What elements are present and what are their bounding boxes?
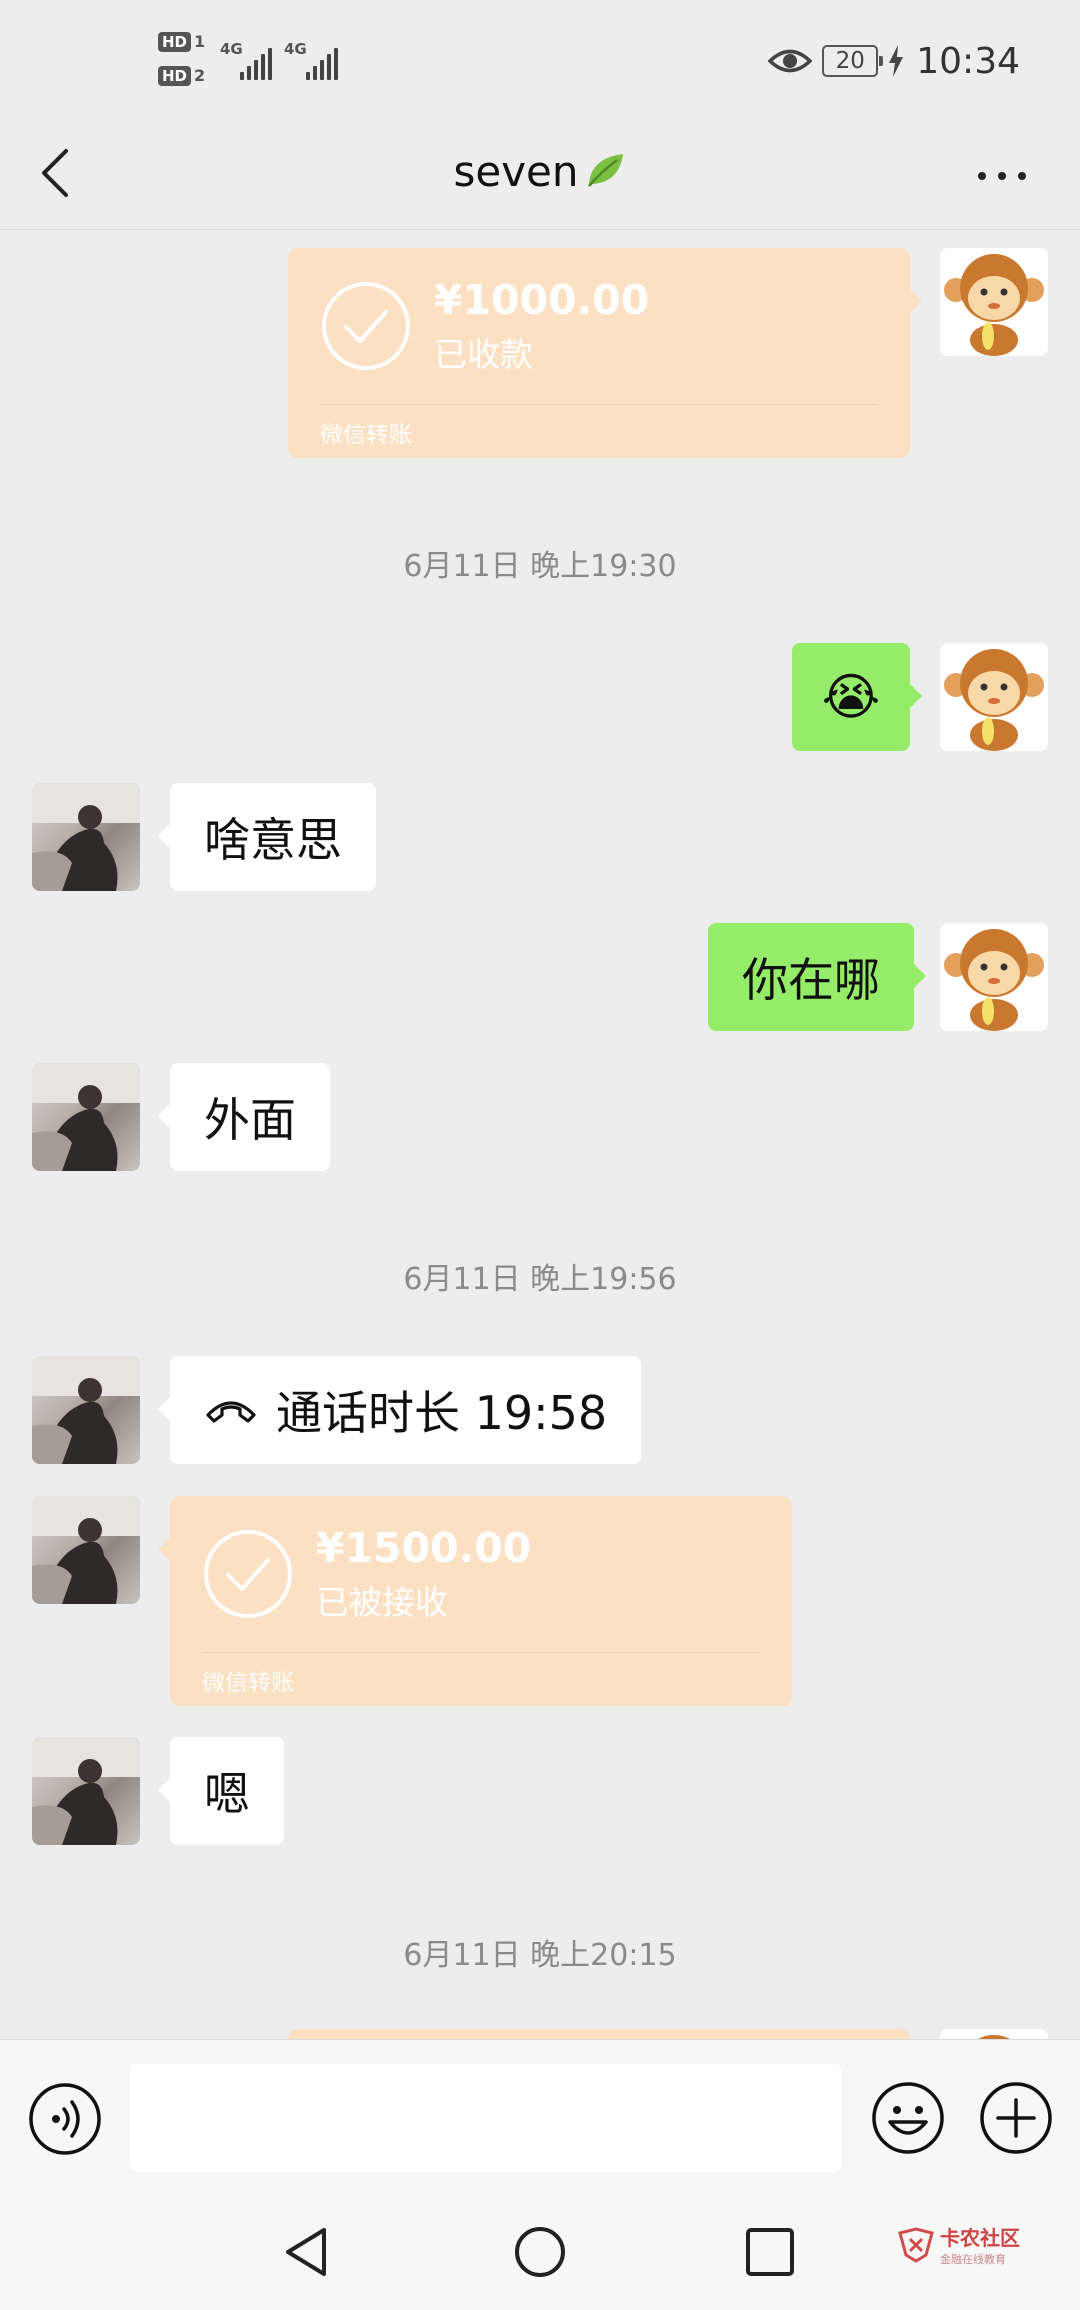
input-bar — [0, 2039, 1080, 2194]
contact-name: seven — [453, 147, 579, 196]
message-bubble-received[interactable]: 啥意思 — [158, 783, 376, 891]
transfer-label: 微信转账 — [320, 422, 412, 448]
contact-photo — [32, 1356, 140, 1464]
status-right: 20 10:34 — [768, 38, 1020, 84]
monkey-avatar-icon — [944, 649, 1044, 751]
transfer-amount: ¥1500.00 — [316, 1524, 532, 1572]
avatar-self[interactable] — [940, 643, 1048, 751]
emoji-icon[interactable] — [870, 2080, 946, 2156]
watermark-logo-icon — [898, 2226, 934, 2263]
signal-icon — [240, 48, 272, 80]
transfer-label: 微信转账 — [202, 1670, 294, 1696]
contact-photo — [32, 783, 140, 891]
transfer-card-sent[interactable]: ¥1000.00 已收款 微信转账 — [288, 248, 922, 458]
nav-back-icon[interactable] — [280, 2224, 336, 2280]
monkey-avatar-icon — [944, 254, 1044, 356]
hd2-sim-number: 2 — [194, 66, 206, 85]
avatar-self[interactable] — [940, 923, 1048, 1031]
avatar-contact[interactable] — [32, 783, 140, 891]
message-input[interactable] — [130, 2064, 842, 2172]
transfer-card-sent[interactable] — [288, 2029, 910, 2039]
battery-icon: 20 — [822, 45, 884, 77]
timestamp: 6月11日 晚上19:30 — [403, 549, 677, 584]
more-dots-icon[interactable] — [972, 161, 1032, 191]
plus-icon[interactable] — [978, 2080, 1054, 2156]
battery-level: 20 — [835, 48, 865, 74]
hd1-sim-number: 1 — [194, 32, 206, 51]
charging-bolt-icon — [889, 45, 904, 77]
phone-icon — [206, 1401, 256, 1423]
nav-home-icon[interactable] — [512, 2224, 568, 2280]
voice-icon[interactable] — [28, 2082, 102, 2156]
transfer-amount: ¥1000.00 — [434, 276, 650, 324]
timestamp: 6月11日 晚上20:15 — [403, 1938, 677, 1973]
nav-recents-icon[interactable] — [742, 2224, 798, 2280]
transfer-card-received[interactable]: ¥1500.00 已被接收 微信转账 — [158, 1496, 792, 1706]
message-bubble-received[interactable]: 外面 — [158, 1063, 330, 1171]
eye-icon — [768, 49, 813, 73]
hd2-badge: HD — [158, 66, 192, 86]
check-circle-icon — [322, 282, 410, 370]
monkey-avatar-icon — [944, 929, 1044, 1031]
message-bubble-sent[interactable]: 😭 — [792, 643, 922, 751]
avatar-self[interactable] — [940, 248, 1048, 356]
chat-header: seven — [0, 125, 1080, 230]
monkey-avatar-icon — [978, 2035, 1010, 2039]
transfer-divider — [320, 404, 878, 405]
check-circle-icon — [204, 1530, 292, 1618]
avatar-contact[interactable] — [32, 1496, 140, 1604]
avatar-contact[interactable] — [32, 1063, 140, 1171]
transfer-status: 已收款 — [434, 335, 533, 374]
call-duration: 通话时长 19:58 — [276, 1386, 608, 1440]
network-type-2: 4G — [284, 40, 307, 58]
message-bubble-sent[interactable]: 你在哪 — [708, 923, 926, 1031]
status-bar: HD 1 HD 2 4G 4G 20 10:34 — [0, 0, 1080, 125]
leaf-icon — [587, 154, 623, 187]
system-nav-bar: 卡农社区 金融在线教育 — [0, 2194, 1080, 2310]
call-record-bubble[interactable]: 通话时长 19:58 — [157, 1356, 642, 1464]
contact-photo — [32, 1063, 140, 1171]
timestamp: 6月11日 晚上19:56 — [403, 1262, 677, 1297]
transfer-divider — [202, 1652, 760, 1653]
watermark: 卡农社区 金融在线教育 — [896, 2222, 1020, 2267]
hd1-badge: HD — [158, 32, 192, 52]
avatar-self[interactable] — [940, 2029, 1048, 2039]
message-bubble-received[interactable]: 嗯 — [158, 1737, 284, 1845]
contact-photo — [32, 1737, 140, 1845]
chat-title: seven — [0, 147, 1080, 196]
status-time: 10:34 — [916, 40, 1020, 82]
avatar-contact[interactable] — [32, 1356, 140, 1464]
avatar-contact[interactable] — [32, 1737, 140, 1845]
contact-photo — [32, 1496, 140, 1604]
message-list[interactable]: ¥1000.00 已收款 微信转账 6月11日 晚上19:30 😭 啥意思 你在… — [0, 231, 1080, 2039]
transfer-status: 已被接收 — [316, 1583, 448, 1622]
watermark-title: 卡农社区 — [940, 2226, 1020, 2250]
signal-icon-2 — [306, 48, 338, 80]
watermark-subtitle: 金融在线教育 — [940, 2253, 1006, 2266]
